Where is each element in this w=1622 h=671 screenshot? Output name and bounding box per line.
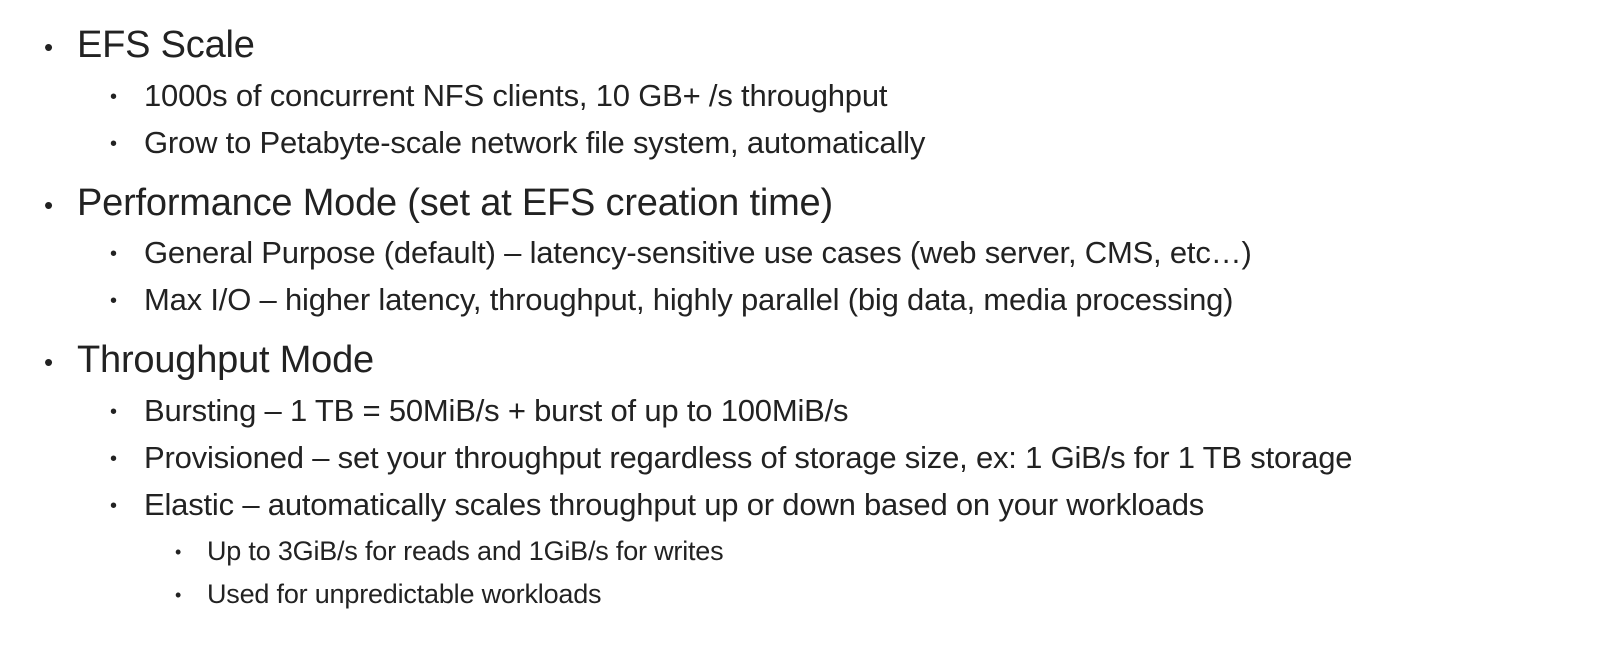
bullet-icon: • [110, 290, 117, 312]
bullet-icon: • [110, 243, 117, 265]
item-text: – latency-sensitive use cases (web serve… [495, 235, 1252, 270]
item-text: Up to 3GiB/s for reads and 1GiB/s for wr… [207, 536, 724, 566]
bullet-icon: • [175, 542, 182, 562]
item-text: – set your throughput regardless of stor… [303, 440, 1353, 475]
item-term: Provisioned [144, 440, 304, 475]
bullet-icon: • [110, 495, 117, 517]
bullet-icon: • [110, 401, 117, 423]
heading-text: Performance Mode (set at EFS creation ti… [77, 182, 833, 224]
slide: • EFS Scale • 1000s of concurrent NFS cl… [0, 0, 1622, 671]
item-text: – automatically scales throughput up or … [233, 487, 1205, 522]
item-term: Elastic [144, 487, 234, 522]
item-content: Elastic – automatically scales throughpu… [144, 489, 1204, 520]
item-text: 1000s of concurrent NFS clients, 10 GB+ … [144, 78, 888, 113]
bullet-icon: • [110, 133, 117, 155]
item-text: – higher latency, throughput, highly par… [251, 282, 1234, 317]
item-text: – 1 TB = 50MiB/s + burst of up to 100MiB… [256, 393, 849, 428]
bullet-icon: • [44, 32, 53, 62]
item-content: Provisioned – set your throughput regard… [144, 442, 1352, 473]
item-text: Used for unpredictable workloads [207, 579, 602, 609]
heading-text: Throughput Mode [77, 339, 374, 381]
bullet-icon: • [175, 585, 182, 605]
item-term: General Purpose (default) [144, 235, 496, 270]
bullet-icon: • [110, 448, 117, 470]
item-content: General Purpose (default) – latency-sens… [144, 237, 1252, 268]
heading-text: EFS Scale [77, 24, 255, 66]
item-content: Bursting – 1 TB = 50MiB/s + burst of up … [144, 393, 849, 428]
bullet-icon: • [44, 190, 53, 220]
item-text: Grow to Petabyte-scale network file syst… [144, 125, 926, 160]
item-content: Max I/O – higher latency, throughput, hi… [144, 282, 1234, 317]
item-term: Max I/O [144, 282, 252, 317]
bullet-icon: • [110, 86, 117, 108]
item-term: Bursting [144, 393, 257, 428]
bullet-icon: • [44, 347, 53, 377]
